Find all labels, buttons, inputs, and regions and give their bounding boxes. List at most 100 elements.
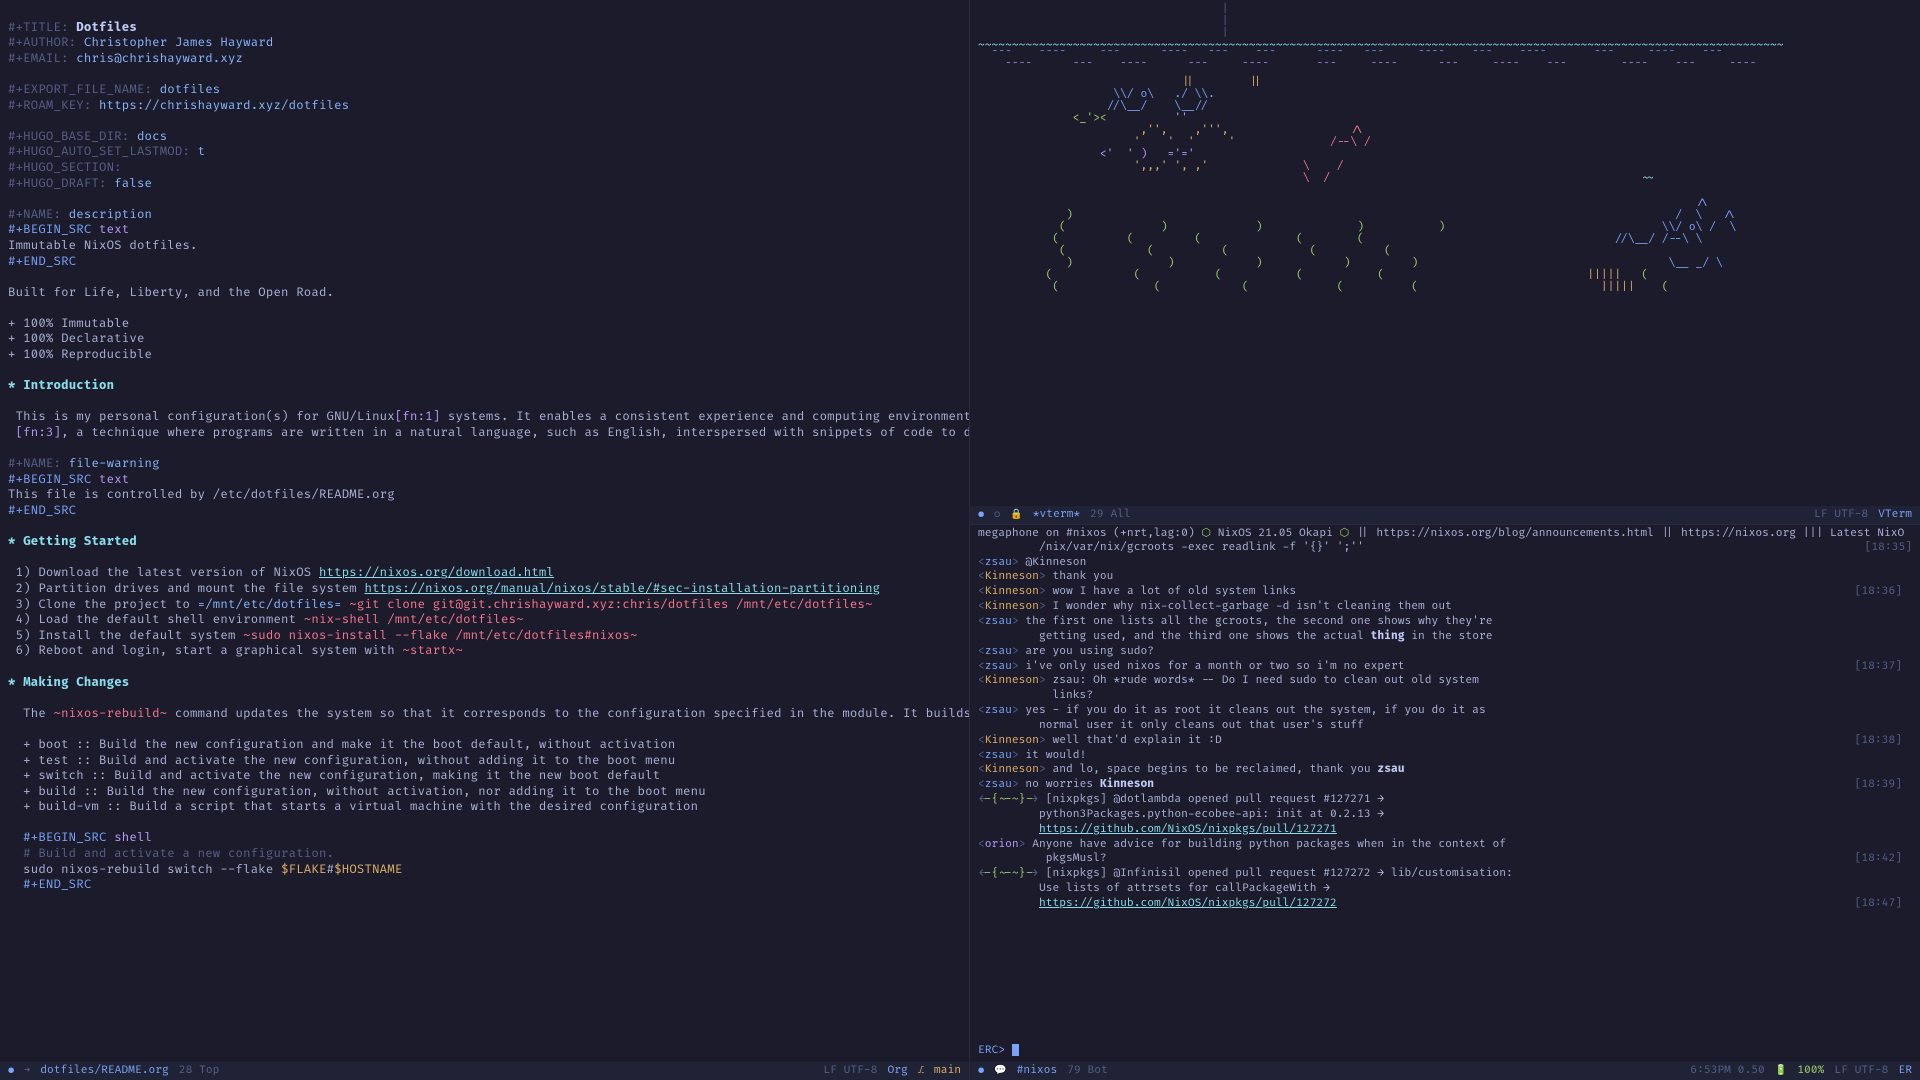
erc-pane[interactable]: megaphone on #nixos (+nrt,lag:0) ⬡ NixOS… bbox=[970, 525, 1920, 1080]
chat-message: <zsau> the first one lists all the gcroo… bbox=[978, 615, 1912, 645]
step-5: 5) Install the default system ~sudo nixo… bbox=[8, 628, 638, 643]
op-1: + test :: Build and activate the new con… bbox=[8, 753, 675, 768]
modeline-mode: Org bbox=[887, 1064, 907, 1078]
vterm-pane[interactable]: | | | ~~~~~~~~~~~~~~~~~~~~~~~~~~~~~~~~~~… bbox=[970, 0, 1920, 525]
arrow-icon bbox=[24, 1064, 30, 1078]
prop-hugolast-val: t bbox=[198, 144, 206, 159]
modeline-batt: 100% bbox=[1797, 1064, 1824, 1078]
heading-intro[interactable]: Introduction bbox=[23, 378, 114, 393]
prop-author-val: Christopher James Hayward bbox=[84, 35, 274, 50]
src2-begin: #+BEGIN_SRC bbox=[8, 472, 91, 487]
prop-hugosec-key: #+HUGO_SECTION: bbox=[8, 160, 122, 175]
chat-message: <-{~-~}-> [nixpkgs] @dotlambda opened pu… bbox=[978, 793, 1912, 838]
src2-body: This file is controlled by /etc/dotfiles… bbox=[8, 487, 395, 502]
src1-lang: text bbox=[99, 222, 129, 237]
prop-hugolast-key: #+HUGO_AUTO_SET_LASTMOD: bbox=[8, 144, 190, 159]
modeline-enc: LF UTF-8 bbox=[1814, 508, 1868, 522]
modified-icon bbox=[8, 1064, 14, 1078]
op-3: + build :: Build the new configuration, … bbox=[8, 784, 706, 799]
prop-title-key: #+TITLE: bbox=[8, 20, 69, 35]
modeline-enc: LF UTF-8 bbox=[1834, 1064, 1888, 1078]
chat-message: <Kinneson> well that'd explain it :D[18:… bbox=[978, 734, 1912, 749]
src1-name-val: description bbox=[69, 207, 152, 222]
erc-prompt[interactable]: ERC> bbox=[978, 1044, 1019, 1058]
modeline-enc: LF UTF-8 bbox=[823, 1064, 877, 1078]
chat-link[interactable]: https://github.com/NixOS/nixpkgs/pull/12… bbox=[1039, 823, 1337, 836]
chat-icon bbox=[994, 1064, 1006, 1078]
erc-modeline: #nixos 79 Bot 6:53PM 0.50 100% LF UTF-8 … bbox=[970, 1062, 1920, 1080]
editor-pane[interactable]: #+TITLE: Dotfiles #+AUTHOR: Christopher … bbox=[0, 0, 970, 1080]
modeline-pos: 28 Top bbox=[179, 1064, 220, 1078]
step-3: 3) Clone the project to =/mnt/etc/dotfil… bbox=[8, 597, 873, 612]
erc-prompt-label: ERC> bbox=[978, 1044, 1005, 1057]
modeline-name: *vterm* bbox=[1033, 508, 1080, 522]
op-0: + boot :: Build the new configuration an… bbox=[8, 737, 675, 752]
modified-icon bbox=[978, 508, 984, 522]
src1-end: #+END_SRC bbox=[8, 254, 76, 269]
vterm-modeline: *vterm* 29 All LF UTF-8 VTerm bbox=[970, 506, 1920, 524]
src1-name-key: #+NAME: bbox=[8, 207, 61, 222]
modeline-mode: ER bbox=[1898, 1064, 1912, 1078]
chat-message: <zsau> @Kinneson bbox=[978, 556, 1912, 571]
chat-message: <Kinneson> and lo, space begins to be re… bbox=[978, 763, 1912, 778]
prop-title-val: Dotfiles bbox=[76, 20, 137, 35]
src2-name-key: #+NAME: bbox=[8, 456, 61, 471]
src1-begin: #+BEGIN_SRC bbox=[8, 222, 91, 237]
heading-getting[interactable]: Getting Started bbox=[23, 534, 137, 549]
erc-topic: megaphone on #nixos (+nrt,lag:0) ⬡ NixOS… bbox=[970, 525, 1920, 556]
intro-text: This is my personal configuration(s) for… bbox=[8, 409, 970, 440]
src2-name-val: file-warning bbox=[69, 456, 160, 471]
lock-icon bbox=[1010, 508, 1022, 522]
chat-message: <zsau> yes - if you do it as root it cle… bbox=[978, 704, 1912, 734]
modeline-filename: dotfiles/README.org bbox=[40, 1064, 169, 1078]
heading-making[interactable]: Making Changes bbox=[23, 675, 129, 690]
prop-email-val: chris@chrishayward.xyz bbox=[76, 51, 243, 66]
modified-icon bbox=[978, 1064, 984, 1078]
modeline-clock: 6:53PM 0.50 bbox=[1690, 1064, 1764, 1078]
circle-icon bbox=[994, 508, 1000, 522]
bullet-0: + 100% Immutable bbox=[8, 316, 129, 331]
prop-hugobase-key: #+HUGO_BASE_DIR: bbox=[8, 129, 129, 144]
chat-message: <-{~-~}-> [nixpkgs] @Infinisil opened pu… bbox=[978, 867, 1912, 912]
bullet-1: + 100% Declarative bbox=[8, 331, 145, 346]
src3-line: sudo nixos-rebuild switch --flake $FLAKE… bbox=[8, 862, 402, 877]
prop-export-val: dotfiles bbox=[160, 82, 221, 97]
modeline-pos: 29 All bbox=[1090, 508, 1131, 522]
src3-comment: # Build and activate a new configuration… bbox=[8, 846, 334, 861]
step-6: 6) Reboot and login, start a graphical s… bbox=[8, 643, 463, 658]
prop-roam-key: #+ROAM_KEY: bbox=[8, 98, 91, 113]
chat-message: <zsau> no worries Kinneson[18:39] bbox=[978, 778, 1912, 793]
src2-end: #+END_SRC bbox=[8, 503, 76, 518]
ascii-art: | | | ~~~~~~~~~~~~~~~~~~~~~~~~~~~~~~~~~~… bbox=[970, 0, 1920, 316]
bullet-2: + 100% Reproducible bbox=[8, 347, 152, 362]
cursor bbox=[1012, 1044, 1019, 1056]
chat-link[interactable]: https://github.com/NixOS/nixpkgs/pull/12… bbox=[1039, 897, 1337, 910]
chat-message: <orion> Anyone have advice for building … bbox=[978, 838, 1912, 868]
op-2: + switch :: Build and activate the new c… bbox=[8, 768, 660, 783]
modeline-mode: VTerm bbox=[1878, 508, 1912, 522]
src1-body: Immutable NixOS dotfiles. bbox=[8, 238, 198, 253]
making-text: The ~nixos-rebuild~ command updates the … bbox=[8, 706, 970, 721]
src3-end: #+END_SRC bbox=[8, 877, 91, 892]
prop-hugodraft-key: #+HUGO_DRAFT: bbox=[8, 176, 107, 191]
battery-icon bbox=[1775, 1064, 1787, 1078]
chat-message: <Kinneson> zsau: Oh *rude words* -- Do I… bbox=[978, 674, 1912, 704]
chat-message: <zsau> it would! bbox=[978, 749, 1912, 764]
org-buffer[interactable]: #+TITLE: Dotfiles #+AUTHOR: Christopher … bbox=[0, 0, 969, 913]
erc-chat[interactable]: <zsau> @Kinneson<Kinneson> thank you<Kin… bbox=[970, 556, 1920, 948]
chat-message: <Kinneson> I wonder why nix-collect-garb… bbox=[978, 600, 1912, 615]
tagline: Built for Life, Liberty, and the Open Ro… bbox=[8, 285, 334, 300]
prop-hugodraft-val: false bbox=[114, 176, 152, 191]
heading-star: * bbox=[8, 534, 16, 549]
prop-author-key: #+AUTHOR: bbox=[8, 35, 76, 50]
prop-email-key: #+EMAIL: bbox=[8, 51, 69, 66]
prop-export-key: #+EXPORT_FILE_NAME: bbox=[8, 82, 152, 97]
step-1: 1) Download the latest version of NixOS … bbox=[8, 565, 554, 580]
chat-message: <zsau> i've only used nixos for a month … bbox=[978, 660, 1912, 675]
modeline-pos: 79 Bot bbox=[1067, 1064, 1108, 1078]
branch-icon bbox=[918, 1064, 924, 1078]
prop-hugobase-val: docs bbox=[137, 129, 167, 144]
step-2: 2) Partition drives and mount the file s… bbox=[8, 581, 880, 596]
chat-message: <Kinneson> wow I have a lot of old syste… bbox=[978, 585, 1912, 600]
heading-star: * bbox=[8, 675, 16, 690]
